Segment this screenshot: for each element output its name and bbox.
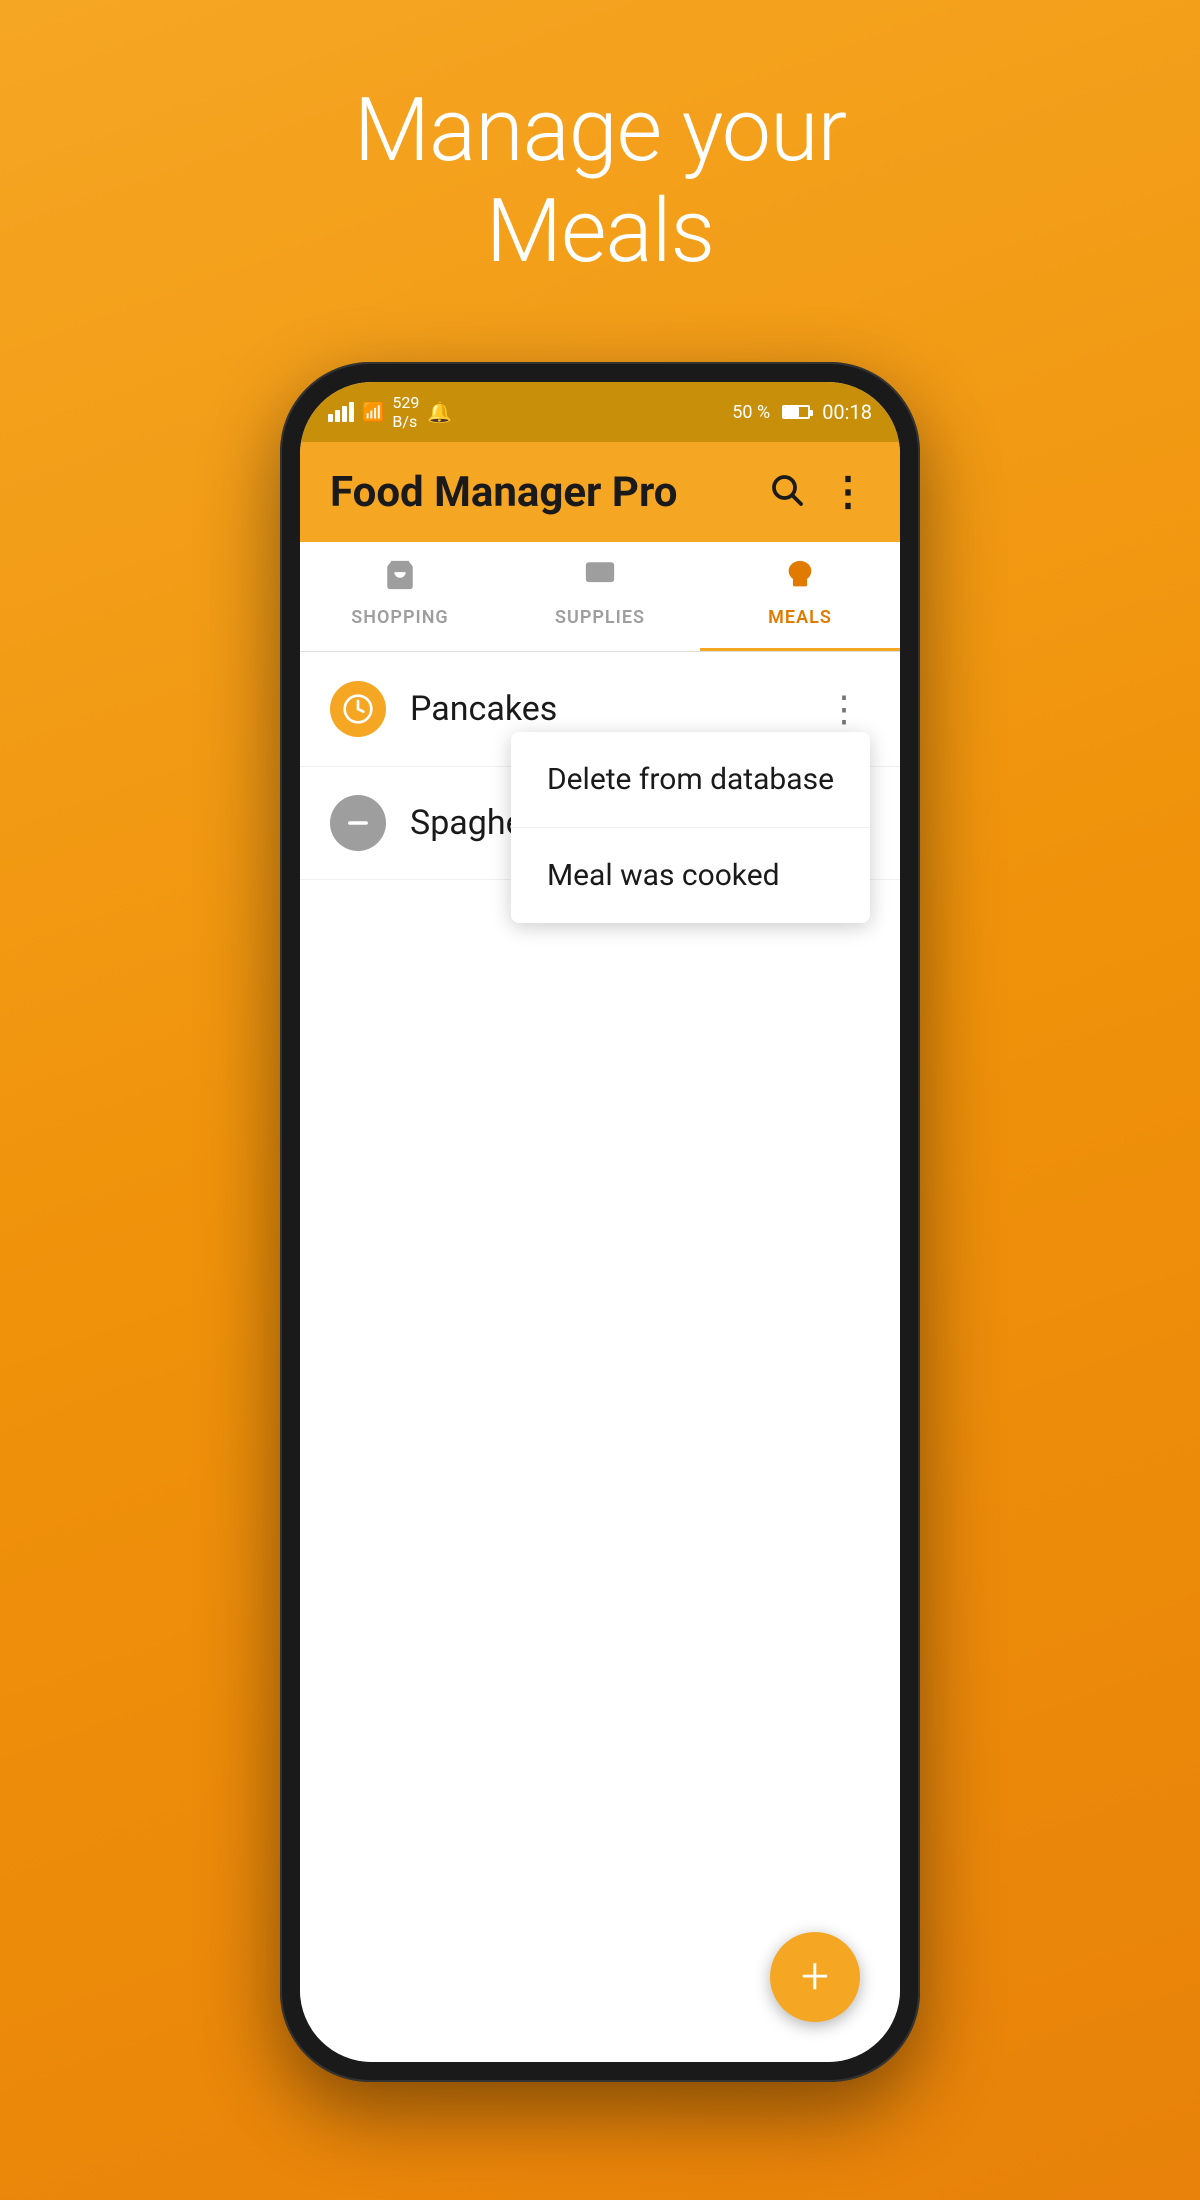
- wifi-icon: 📶: [362, 402, 384, 423]
- pancakes-name: Pancakes: [410, 689, 818, 729]
- phone-shell: 📶 529 B/s 🔔 50 % 00:18 Food Manager Pro: [280, 362, 920, 2082]
- app-bar: Food Manager Pro ⋮: [300, 442, 900, 542]
- status-time: 00:18: [822, 400, 872, 424]
- status-speed: 529 B/s: [392, 393, 419, 431]
- context-menu-delete[interactable]: Delete from database: [511, 732, 870, 828]
- spaghetti-icon: [330, 795, 386, 851]
- app-bar-icons: ⋮: [768, 471, 870, 513]
- signal-bars-icon: [328, 402, 354, 422]
- search-button[interactable]: [768, 471, 804, 513]
- battery-icon: [782, 405, 810, 419]
- tab-supplies[interactable]: SUPPLIES: [500, 542, 700, 651]
- context-menu: Delete from database Meal was cooked: [511, 732, 870, 923]
- pancakes-menu-button[interactable]: ⋮: [818, 680, 870, 738]
- app-title: Food Manager Pro: [330, 468, 677, 517]
- shopping-tab-icon: [383, 558, 417, 601]
- pancakes-icon: [330, 681, 386, 737]
- tab-shopping[interactable]: SHOPPING: [300, 542, 500, 651]
- hero-title: Manage your Meals: [354, 80, 846, 282]
- tab-supplies-label: SUPPLIES: [555, 607, 645, 628]
- phone-screen: 📶 529 B/s 🔔 50 % 00:18 Food Manager Pro: [300, 382, 900, 2062]
- battery-percent: 50 %: [732, 402, 770, 423]
- tab-meals-label: MEALS: [768, 607, 832, 628]
- tab-meals[interactable]: MEALS: [700, 542, 900, 651]
- add-meal-fab[interactable]: +: [770, 1932, 860, 2022]
- tab-shopping-label: SHOPPING: [351, 607, 448, 628]
- context-menu-cooked[interactable]: Meal was cooked: [511, 828, 870, 923]
- phone-wrapper: 📶 529 B/s 🔔 50 % 00:18 Food Manager Pro: [280, 362, 920, 2082]
- status-bar: 📶 529 B/s 🔔 50 % 00:18: [300, 382, 900, 442]
- notification-icon: 🔔: [427, 400, 452, 424]
- content-area: Pancakes ⋮ Delete from database Meal was…: [300, 652, 900, 2062]
- meals-tab-icon: [783, 558, 817, 601]
- status-left: 📶 529 B/s 🔔: [328, 393, 452, 431]
- more-options-button[interactable]: ⋮: [828, 472, 870, 512]
- tab-bar: SHOPPING SUPPLIES: [300, 542, 900, 652]
- supplies-tab-icon: [583, 558, 617, 601]
- status-right: 50 % 00:18: [732, 400, 872, 424]
